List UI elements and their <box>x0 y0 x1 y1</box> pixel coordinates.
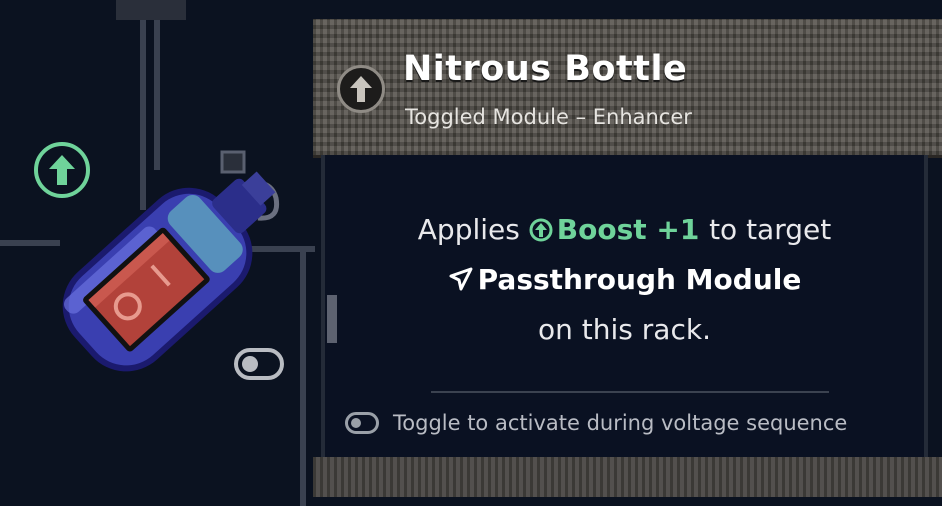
target-module-label: Passthrough Module <box>477 263 802 296</box>
toggle-hint: Toggle to activate during voltage sequen… <box>345 411 847 435</box>
tooltip-header: Nitrous Bottle Toggled Module – Enhancer <box>313 19 942 158</box>
applies-text: Applies <box>417 213 520 246</box>
game-board <box>0 0 320 506</box>
module-toggle-switch[interactable] <box>234 348 284 380</box>
pipe-segment <box>116 0 186 20</box>
item-subtitle: Toggled Module – Enhancer <box>405 105 692 129</box>
description-line-2: Passthrough Module <box>325 263 924 299</box>
description-line-3: on this rack. <box>538 313 711 346</box>
item-title: Nitrous Bottle <box>403 49 688 89</box>
tooltip-body: Applies Boost +1 to target Passthrough M… <box>321 155 928 461</box>
toggle-hint-text: Toggle to activate during voltage sequen… <box>393 411 848 435</box>
description-line-1: Applies Boost +1 to target <box>325 213 924 249</box>
boost-arrow-icon <box>529 216 553 249</box>
arrow-up-circle-icon <box>337 65 385 113</box>
to-target-text: to target <box>709 213 832 246</box>
divider <box>431 391 829 393</box>
item-tooltip: Nitrous Bottle Toggled Module – Enhancer… <box>313 19 942 497</box>
tooltip-footer-frame <box>313 457 942 497</box>
toggle-icon <box>345 412 379 434</box>
boost-keyword: Boost +1 <box>529 213 709 246</box>
target-module-keyword: Passthrough Module <box>448 263 802 299</box>
passthrough-icon <box>448 266 474 299</box>
boost-label: Boost +1 <box>556 213 700 246</box>
